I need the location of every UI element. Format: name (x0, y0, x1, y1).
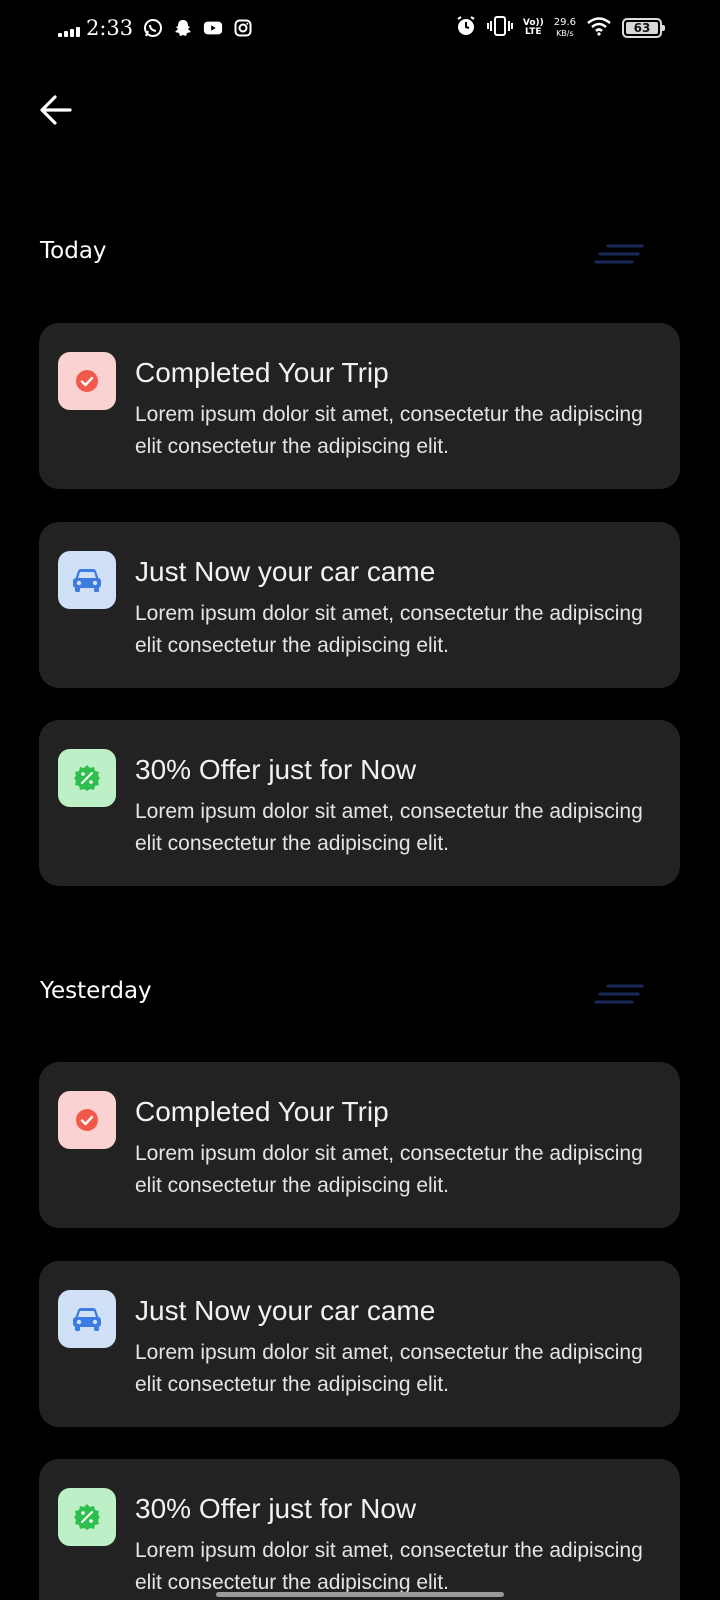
status-bar: 2:33 Vo)) LTE 29.6 KB/s 63 (0, 0, 720, 56)
notification-icon-box (58, 551, 116, 609)
filter-lines-icon[interactable] (594, 984, 644, 1008)
lte-indicator: Vo)) LTE (523, 19, 544, 37)
speed-value: 29.6 (553, 17, 576, 28)
notification-card[interactable]: 30% Offer just for Now Lorem ipsum dolor… (39, 720, 680, 886)
vibrate-icon (486, 15, 513, 41)
whatsapp-icon (143, 18, 163, 38)
section-header-yesterday: Yesterday (40, 978, 152, 1004)
notification-body: Lorem ipsum dolor sit amet, consectetur … (135, 1142, 643, 1197)
back-button[interactable] (36, 90, 76, 130)
notification-body: Lorem ipsum dolor sit amet, consectetur … (135, 403, 643, 458)
notification-card[interactable]: Completed Your Trip Lorem ipsum dolor si… (39, 1062, 680, 1228)
notification-title: 30% Offer just for Now (135, 754, 417, 785)
network-speed: 29.6 KB/s (554, 17, 576, 39)
notification-card[interactable]: Just Now your car came Lorem ipsum dolor… (39, 1261, 680, 1427)
status-time: 2:33 (86, 16, 134, 40)
arrow-left-icon (40, 95, 72, 125)
lte-label: LTE (525, 27, 542, 37)
notification-icon-box (58, 1290, 116, 1348)
discount-badge-icon (74, 1504, 100, 1530)
signal-icon (58, 25, 80, 37)
wifi-icon (586, 16, 612, 40)
notification-title: Completed Your Trip (135, 357, 389, 388)
youtube-icon (203, 18, 223, 38)
notification-body: Lorem ipsum dolor sit amet, consectetur … (135, 1539, 643, 1594)
home-indicator[interactable] (216, 1592, 504, 1597)
check-circle-icon (76, 370, 98, 392)
notification-icon-box (58, 352, 116, 410)
notification-title: Completed Your Trip (135, 1096, 389, 1127)
notification-icon-box (58, 749, 116, 807)
alarm-icon (455, 15, 477, 41)
notification-body: Lorem ipsum dolor sit amet, consectetur … (135, 602, 643, 657)
notification-title: Just Now your car came (135, 556, 436, 587)
snapchat-icon (173, 18, 193, 38)
check-circle-icon (76, 1109, 98, 1131)
speed-unit: KB/s (556, 29, 574, 38)
notification-icon-box (58, 1488, 116, 1546)
notification-title: 30% Offer just for Now (135, 1493, 417, 1524)
discount-badge-icon (74, 765, 100, 791)
battery-icon: 63 (622, 18, 665, 38)
notification-card[interactable]: Completed Your Trip Lorem ipsum dolor si… (39, 323, 680, 489)
instagram-icon (233, 18, 253, 38)
section-header-today: Today (40, 238, 107, 264)
car-icon (73, 569, 101, 592)
notification-card[interactable]: 30% Offer just for Now Lorem ipsum dolor… (39, 1459, 680, 1600)
notification-icon-box (58, 1091, 116, 1149)
notification-card[interactable]: Just Now your car came Lorem ipsum dolor… (39, 522, 680, 688)
filter-lines-icon[interactable] (594, 244, 644, 268)
notification-title: Just Now your car came (135, 1295, 436, 1326)
notification-body: Lorem ipsum dolor sit amet, consectetur … (135, 800, 643, 855)
car-icon (73, 1308, 101, 1331)
battery-level: 63 (633, 21, 651, 35)
notification-body: Lorem ipsum dolor sit amet, consectetur … (135, 1341, 643, 1396)
